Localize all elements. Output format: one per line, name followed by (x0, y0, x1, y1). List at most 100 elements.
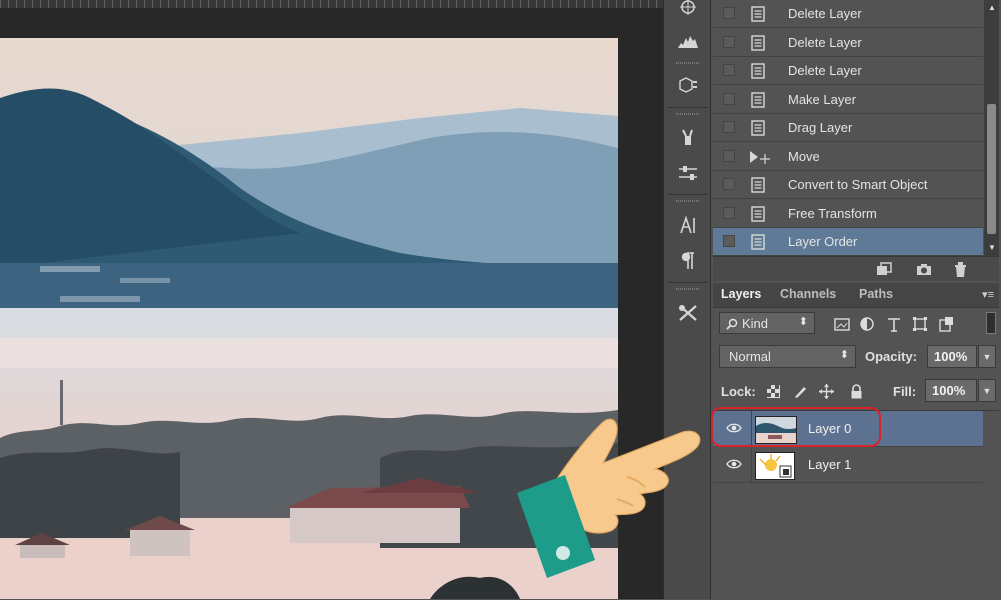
smart-object-thumbnail (755, 452, 795, 480)
history-snapshot-checkbox[interactable] (723, 121, 735, 133)
history-state-label: Move (788, 148, 820, 164)
history-state-row[interactable]: Delete Layer (713, 0, 983, 28)
history-state-row[interactable]: Layer Order (713, 228, 983, 256)
eye-separator (751, 447, 752, 483)
brush-preset-icon[interactable] (673, 0, 703, 20)
history-state-label: Drag Layer (788, 120, 853, 135)
search-icon (726, 318, 738, 330)
lock-transparent-pixels-icon[interactable] (766, 384, 781, 399)
layer-row[interactable]: Layer 1 (713, 447, 983, 483)
document-icon (751, 177, 765, 193)
layer-name[interactable]: Layer 1 (808, 457, 851, 472)
document-icon (751, 34, 765, 51)
canvas-image[interactable] (0, 38, 618, 599)
history-snapshot-checkbox[interactable] (723, 92, 735, 105)
layers-panel-tabs: Layers Channels Paths ▾≡ (713, 283, 999, 308)
adjustments-icon[interactable] (673, 160, 703, 186)
history-snapshot-checkbox[interactable] (723, 64, 735, 76)
tab-paths[interactable]: Paths (859, 287, 893, 301)
layer-row[interactable]: Layer 0 (713, 411, 983, 447)
panel-grip[interactable] (676, 200, 700, 202)
history-state-row[interactable]: Make Layer (713, 85, 983, 114)
eye-separator (751, 411, 752, 447)
opacity-field[interactable]: 100% (927, 345, 977, 368)
panel-menu-icon[interactable]: ▾≡ (982, 288, 994, 301)
histogram-icon[interactable] (673, 28, 703, 54)
landscape-thumbnail (755, 416, 797, 444)
trash-icon[interactable] (949, 259, 971, 279)
history-snapshot-checkbox[interactable] (723, 149, 735, 162)
smart-object-filter-icon[interactable] (937, 315, 955, 333)
history-state-row[interactable]: Move (713, 142, 983, 171)
history-state-label: Delete Layer (788, 63, 862, 78)
character-icon[interactable] (673, 212, 703, 238)
new-document-from-state-icon[interactable] (873, 259, 895, 279)
scroll-down-icon[interactable]: ▼ (988, 243, 996, 252)
tab-layers[interactable]: Layers (721, 287, 761, 301)
select-arrows-icon: ⬍ (798, 316, 808, 328)
fill-field[interactable]: 100% (925, 379, 977, 402)
fill-label: Fill: (893, 384, 917, 399)
history-state-row[interactable]: Convert to Smart Object (713, 171, 983, 199)
panel-grip[interactable] (676, 288, 700, 290)
right-panels: Delete Layer Delete Layer Delete Layer Make… (711, 0, 1001, 600)
shape-layer-filter-icon[interactable] (911, 315, 929, 333)
history-footer (713, 256, 999, 281)
blend-row: Normal ⬍ Opacity: 100% ▼ (713, 341, 999, 371)
eye-visibility-icon[interactable] (726, 458, 742, 470)
tab-channels[interactable]: Channels (780, 287, 836, 301)
layer-list: Layer 0 Layer 1 (713, 410, 999, 600)
history-panel: Delete Layer Delete Layer Delete Layer Make… (713, 0, 983, 256)
eye-visibility-icon[interactable] (726, 422, 742, 434)
filter-kind-label: Kind (742, 316, 769, 331)
top-ruler (0, 0, 663, 8)
paragraph-icon[interactable] (673, 248, 703, 274)
history-snapshot-checkbox[interactable] (723, 206, 735, 219)
select-arrows-icon: ⬍ (839, 349, 849, 361)
tool-presets-icon[interactable] (673, 124, 703, 150)
adjustment-layer-filter-icon[interactable] (858, 315, 876, 333)
lock-image-pixels-icon[interactable] (793, 384, 808, 399)
lock-position-icon[interactable] (819, 384, 834, 399)
filter-kind-select[interactable]: Kind ⬍ (719, 312, 815, 334)
history-state-row[interactable]: Delete Layer (713, 28, 983, 57)
history-snapshot-checkbox[interactable] (723, 235, 735, 247)
tool-separator (668, 107, 708, 108)
opacity-slider-button[interactable]: ▼ (978, 345, 996, 368)
lock-all-icon[interactable] (849, 384, 864, 399)
history-snapshot-checkbox[interactable] (723, 178, 735, 190)
panel-grip[interactable] (676, 62, 700, 64)
document-canvas-area[interactable] (0, 0, 663, 599)
history-state-label: Delete Layer (788, 34, 862, 50)
history-state-row[interactable]: Free Transform (713, 199, 983, 228)
move-tool-icon (749, 149, 771, 165)
3d-icon[interactable] (673, 72, 703, 98)
layers-panel: Layers Channels Paths ▾≡ Kind ⬍ Normal ⬍… (713, 283, 999, 600)
history-state-row[interactable]: Drag Layer (713, 114, 983, 142)
document-icon (751, 63, 765, 79)
history-snapshot-checkbox[interactable] (723, 35, 735, 48)
pixel-layer-filter-icon[interactable] (833, 315, 851, 333)
tools-icon[interactable] (673, 300, 703, 326)
history-scrollbar[interactable]: ▲ ▼ (984, 0, 999, 256)
history-state-row[interactable]: Delete Layer (713, 57, 983, 85)
history-state-label: Delete Layer (788, 6, 862, 21)
layer-filter-row: Kind ⬍ (713, 307, 999, 341)
tool-separator (668, 282, 708, 283)
filter-toggle-switch[interactable] (986, 312, 996, 334)
fill-value: 100% (932, 383, 966, 398)
blend-mode-select[interactable]: Normal ⬍ (719, 345, 856, 368)
document-icon (751, 234, 765, 250)
scroll-up-icon[interactable]: ▲ (988, 3, 996, 12)
history-snapshot-checkbox[interactable] (723, 7, 735, 19)
layer-name[interactable]: Layer 0 (808, 421, 851, 436)
history-state-label: Convert to Smart Object (788, 177, 928, 192)
fill-slider-button[interactable]: ▼ (978, 379, 996, 402)
history-state-label: Free Transform (788, 205, 877, 221)
opacity-label: Opacity: (865, 349, 918, 364)
history-scroll-thumb[interactable] (987, 104, 996, 234)
panel-grip[interactable] (676, 113, 700, 115)
type-layer-filter-icon[interactable] (885, 315, 903, 333)
camera-snapshot-icon[interactable] (913, 259, 935, 279)
document-icon (751, 205, 765, 222)
